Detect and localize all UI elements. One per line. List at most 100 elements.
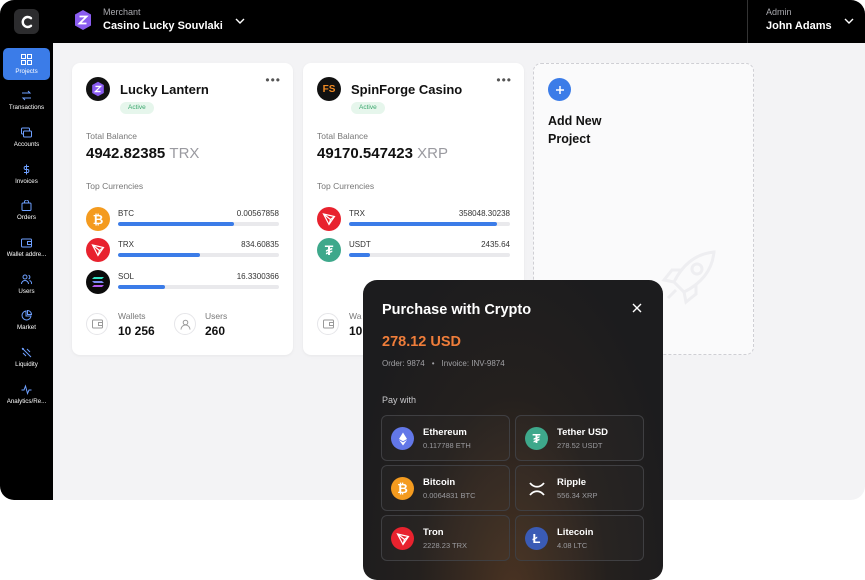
currency-amount: 358048.30238 (458, 209, 510, 218)
merchant-caption: Merchant (103, 7, 141, 17)
app-logo-icon[interactable] (14, 9, 39, 34)
sidebar-item-label: Users (18, 287, 35, 295)
status-badge: Active (120, 102, 154, 114)
more-options-icon[interactable]: ••• (496, 73, 512, 87)
pay-option-ethereum[interactable]: Ethereum 0.117788 ETH (381, 415, 510, 461)
sidebar-item-label: Transactions (8, 103, 45, 111)
sidebar-item-label: Accounts (13, 140, 40, 148)
sidebar-item-transactions[interactable]: Transactions (3, 84, 50, 116)
tron-icon (86, 238, 110, 262)
currency-progress (118, 285, 279, 289)
currency-code: TRX (349, 209, 365, 218)
sidebar-item-label: Liquidity (15, 360, 38, 368)
option-balance: 278.52 USDT (557, 441, 603, 450)
top-bar: Merchant Casino Lucky Souvlaki Admin Joh… (0, 0, 865, 43)
arrows-icon (21, 90, 32, 100)
wallets-label: Wa (349, 311, 362, 321)
sidebar-item-label: Market (17, 323, 36, 331)
currency-code: USDT (349, 240, 371, 249)
sidebar-item-accounts[interactable]: Accounts (3, 121, 50, 153)
users-icon (21, 274, 32, 284)
sidebar-item-invoices[interactable]: Invoices (3, 158, 50, 190)
currency-row: SOL 16.3300366 (86, 270, 279, 294)
tron-icon (317, 207, 341, 231)
chevron-down-icon (844, 18, 854, 24)
close-icon[interactable] (631, 302, 643, 314)
sidebar-item-wallet-addresses[interactable]: Wallet addre... (3, 231, 50, 263)
sidebar-item-liquidity[interactable]: Liquidity (3, 341, 50, 373)
wallets-count: 10 (349, 324, 363, 338)
divider (747, 0, 748, 43)
more-options-icon[interactable]: ••• (265, 73, 281, 87)
option-name: Ethereum (423, 427, 467, 438)
pay-option-tether[interactable]: ₮ Tether USD 278.52 USDT (515, 415, 644, 461)
sidebar-item-users[interactable]: Users (3, 268, 50, 300)
wallets-label: Wallets (118, 311, 146, 321)
grid-icon (21, 53, 32, 65)
sidebar-item-orders[interactable]: Orders (3, 194, 50, 226)
merchant-switcher[interactable]: Merchant Casino Lucky Souvlaki (74, 6, 245, 34)
merchant-logo-icon (75, 10, 91, 30)
currency-row: TRX 358048.30238 (317, 207, 510, 231)
pay-option-bitcoin[interactable]: ₿ Bitcoin 0.0064831 BTC (381, 465, 510, 511)
total-balance-value: 49170.547423 XRP (317, 145, 448, 162)
bag-icon (21, 199, 32, 211)
user-icon (174, 313, 196, 335)
admin-menu[interactable]: Admin John Adams (766, 6, 854, 34)
sidebar-item-projects[interactable]: Projects (3, 48, 50, 80)
ethereum-icon (391, 427, 414, 450)
status-badge: Active (351, 102, 385, 114)
merchant-name: Casino Lucky Souvlaki (103, 20, 223, 32)
option-name: Tether USD (557, 427, 609, 438)
sidebar: Projects Transactions Accounts Invoices … (0, 43, 53, 500)
currency-row: TRX 834.60835 (86, 238, 279, 262)
bitcoin-icon: ₿ (86, 207, 110, 231)
pay-option-ripple[interactable]: Ripple 556.34 XRP (515, 465, 644, 511)
option-name: Litecoin (557, 527, 594, 538)
option-balance: 556.34 XRP (557, 491, 598, 500)
wallet-icon (317, 313, 339, 335)
top-currencies-label: Top Currencies (86, 181, 144, 191)
currency-row: ₮ USDT 2435.64 (317, 238, 510, 262)
sidebar-item-analytics[interactable]: Analytics/Re... (3, 378, 50, 410)
admin-name: John Adams (766, 20, 832, 32)
sidebar-item-label: Analytics/Re... (6, 397, 47, 405)
option-balance: 0.0064831 BTC (423, 491, 476, 500)
currency-progress (118, 222, 279, 226)
tron-icon (391, 527, 414, 550)
pie-icon (21, 309, 32, 320)
pay-option-tron[interactable]: Tron 2228.23 TRX (381, 515, 510, 561)
currency-amount: 16.3300366 (236, 272, 279, 281)
ripple-icon (525, 477, 548, 500)
tether-icon: ₮ (317, 238, 341, 262)
dollar-icon (23, 164, 30, 174)
option-name: Bitcoin (423, 477, 456, 488)
plus-icon (548, 78, 571, 101)
sidebar-item-label: Invoices (15, 177, 38, 185)
users-count: 260 (205, 324, 226, 338)
option-balance: 2228.23 TRX (423, 541, 468, 550)
litecoin-icon: Ł (525, 527, 548, 550)
admin-caption: Admin (766, 7, 792, 17)
total-balance-label: Total Balance (86, 131, 138, 141)
users-label: Users (205, 311, 228, 321)
option-balance: 0.117788 ETH (423, 441, 471, 450)
sidebar-item-label: Orders (17, 213, 36, 221)
project-name: SpinForge Casino (351, 82, 463, 97)
wallet-icon (21, 238, 32, 247)
currency-progress (349, 222, 510, 226)
option-balance: 4.08 LTC (557, 541, 588, 550)
project-logo-icon: FS (317, 77, 341, 101)
currency-code: SOL (118, 272, 135, 281)
option-name: Ripple (557, 477, 587, 488)
solana-icon (86, 270, 110, 294)
total-balance-label: Total Balance (317, 131, 369, 141)
project-card[interactable]: Lucky Lantern Active ••• Total Balance 4… (72, 63, 293, 355)
project-logo-icon (86, 77, 110, 101)
sidebar-item-market[interactable]: Market (3, 304, 50, 336)
rocket-icon (661, 250, 716, 305)
pay-option-litecoin[interactable]: Ł Litecoin 4.08 LTC (515, 515, 644, 561)
liquidity-icon (21, 347, 32, 357)
option-name: Tron (423, 527, 444, 538)
sidebar-item-label: Projects (15, 67, 38, 75)
